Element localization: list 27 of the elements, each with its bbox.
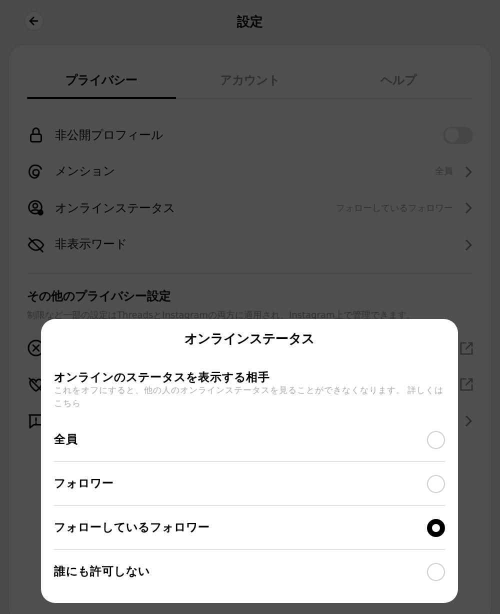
option-label: フォローしているフォロワー: [54, 520, 210, 535]
eye-off-icon: [27, 236, 45, 254]
dialog-heading: オンラインのステータスを表示する相手: [54, 370, 271, 385]
dialog-title: オンラインステータス: [184, 331, 316, 349]
chevron-right-icon: [463, 415, 473, 428]
radio-button[interactable]: [427, 518, 445, 536]
tab[interactable]: プライバシー: [27, 63, 176, 99]
external-link-icon: [460, 378, 473, 392]
setting-label[interactable]: 非公開プロフィール: [55, 126, 433, 144]
setting-label[interactable]: オンラインステータス: [55, 200, 326, 217]
chevron-right-icon: [463, 202, 473, 214]
at-sign-icon: [27, 162, 45, 181]
option-label: 誰にも許可しない: [54, 564, 150, 579]
external-link-icon: [460, 342, 473, 355]
user-status-icon: [27, 199, 45, 218]
section-title: その他のプライバシー設定: [27, 288, 172, 305]
setting-label[interactable]: 非表示ワード: [55, 236, 453, 254]
option-label: フォロワー: [54, 476, 114, 491]
page-title: 設定: [237, 14, 263, 31]
lock-icon: [27, 126, 45, 144]
back-button[interactable]: [24, 11, 44, 31]
setting-label[interactable]: メンション: [55, 163, 425, 180]
chevron-right-icon: [463, 166, 473, 178]
dialog-description: これをオフにすると、他の人のオンラインステータスを見ることができなくなります。 詳しくはこちら: [54, 385, 445, 411]
option-label: 全員: [54, 432, 78, 447]
chevron-right-icon: [463, 238, 473, 251]
back-arrow-icon: [29, 16, 39, 26]
